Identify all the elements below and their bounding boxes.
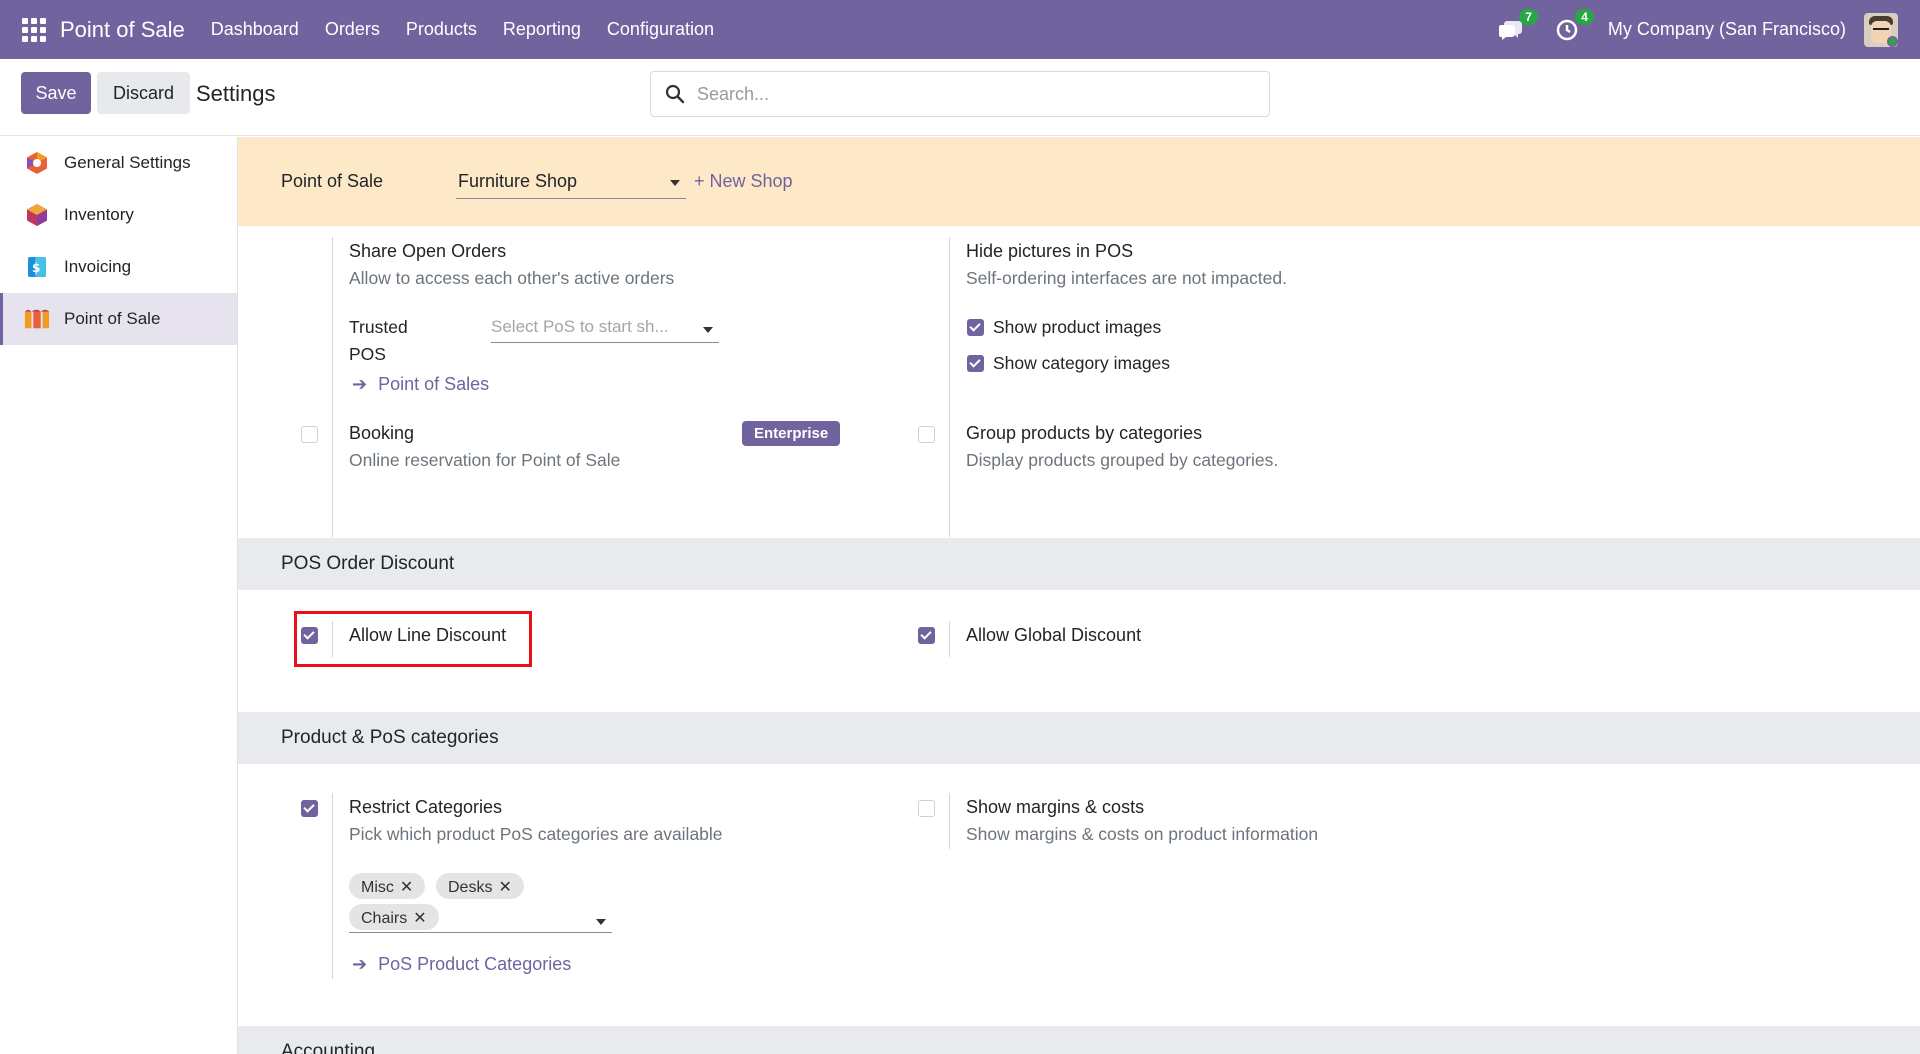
show-category-images-checkbox[interactable] (967, 355, 984, 372)
booking-title: Booking (349, 423, 415, 443)
section-accounting: Accounting (238, 1026, 1920, 1054)
categories-tags-input[interactable] (349, 905, 612, 933)
trusted-pos-select[interactable]: Select PoS to start sh... (491, 313, 719, 343)
chevron-down-icon (703, 327, 713, 333)
apps-menu-icon[interactable] (22, 17, 46, 42)
discard-button[interactable]: Discard (97, 72, 190, 114)
shop-select-value: Furniture Shop (458, 171, 578, 191)
search-box[interactable] (650, 71, 1270, 117)
shop-select[interactable]: Furniture Shop (456, 165, 686, 199)
show-margins-checkbox[interactable] (918, 800, 935, 817)
arrow-right-icon: ➔ (352, 374, 368, 394)
sidebar-item-label: Point of Sale (64, 309, 161, 328)
allow-line-discount-label: Allow Line Discount (349, 625, 507, 645)
section-title: Accounting (281, 1041, 376, 1054)
setting-divider (949, 237, 950, 537)
sidebar-item-label: Invoicing (64, 257, 132, 276)
menu-orders[interactable]: Orders (325, 19, 380, 40)
pos-product-categories-link[interactable]: ➔ PoS Product Categories (352, 954, 571, 975)
activities-button[interactable]: 4 (1552, 8, 1594, 45)
remove-tag-icon[interactable]: ✕ (400, 879, 413, 896)
section-title: POS Order Discount (281, 553, 455, 574)
section-title: Product & PoS categories (281, 727, 499, 748)
setting-divider (332, 237, 333, 537)
search-icon (665, 84, 685, 104)
new-shop-button[interactable]: + New Shop (694, 171, 793, 192)
save-button[interactable]: Save (21, 72, 91, 114)
category-tag-misc: Misc ✕ (349, 873, 426, 899)
share-orders-desc: Allow to access each other's active orde… (349, 268, 675, 288)
trusted-pos-placeholder: Select PoS to start sh... (491, 317, 669, 336)
tag-label: Desks (448, 879, 493, 896)
point-of-sale-icon (24, 306, 50, 332)
allow-global-discount-label: Allow Global Discount (966, 625, 1142, 645)
setting-divider (949, 621, 950, 657)
settings-sidebar: General Settings Inventory $ Invoicing P… (0, 137, 238, 1054)
hide-pictures-title: Hide pictures in POS (966, 241, 1134, 261)
inventory-icon (24, 202, 50, 228)
category-tag-desks: Desks ✕ (436, 873, 524, 899)
show-product-images-label: Show product images (993, 317, 1162, 337)
sidebar-item-point-of-sale[interactable]: Point of Sale (0, 293, 237, 345)
tag-label: Misc (361, 879, 394, 896)
hide-pictures-desc: Self-ordering interfaces are not impacte… (966, 268, 1287, 288)
show-margins-desc: Show margins & costs on product informat… (966, 824, 1319, 844)
share-orders-title: Share Open Orders (349, 241, 507, 261)
setting-divider (949, 793, 950, 849)
menu-dashboard[interactable]: Dashboard (211, 19, 299, 40)
page-title: Settings (196, 81, 276, 106)
setting-divider (332, 621, 333, 657)
pos-product-categories-link-label: PoS Product Categories (378, 954, 572, 974)
trusted-pos-label-1: Trusted (349, 317, 408, 337)
messages-count-badge: 7 (1519, 8, 1538, 25)
restrict-categories-checkbox[interactable] (301, 800, 318, 817)
chevron-down-icon (596, 919, 606, 925)
svg-text:$: $ (32, 261, 40, 275)
remove-tag-icon[interactable]: ✕ (498, 879, 511, 896)
point-of-sales-link[interactable]: ➔ Point of Sales (352, 374, 489, 395)
app-brand[interactable]: Point of Sale (60, 17, 185, 43)
sidebar-item-inventory[interactable]: Inventory (0, 189, 237, 241)
group-products-title: Group products by categories (966, 423, 1203, 443)
control-panel: Save Discard Settings (0, 59, 1920, 136)
online-status-icon (1887, 35, 1898, 47)
show-product-images-checkbox[interactable] (967, 319, 984, 336)
group-products-desc: Display products grouped by categories. (966, 450, 1279, 470)
messages-button[interactable]: 7 (1496, 8, 1538, 45)
search-input[interactable] (697, 83, 1257, 105)
sidebar-item-invoicing[interactable]: $ Invoicing (0, 241, 237, 293)
show-margins-title: Show margins & costs (966, 797, 1145, 817)
invoicing-icon: $ (24, 254, 50, 280)
allow-line-discount-checkbox[interactable] (301, 627, 318, 644)
restrict-categories-desc: Pick which product PoS categories are av… (349, 824, 723, 844)
activities-count-badge: 4 (1575, 8, 1594, 25)
company-switcher[interactable]: My Company (San Francisco) (1608, 19, 1846, 40)
shop-selector-bar: Point of Sale Furniture Shop + New Shop (238, 137, 1920, 226)
chevron-down-icon (670, 180, 680, 186)
allow-global-discount-checkbox[interactable] (918, 627, 935, 644)
sidebar-item-label: Inventory (64, 205, 134, 224)
show-category-images-label: Show category images (993, 353, 1171, 373)
group-products-checkbox[interactable] (918, 426, 935, 443)
general-settings-icon (24, 150, 50, 176)
arrow-right-icon: ➔ (352, 954, 368, 974)
sidebar-item-general-settings[interactable]: General Settings (0, 137, 237, 189)
trusted-pos-label-2: POS (349, 344, 386, 364)
settings-content: Point of Sale Furniture Shop + New Shop … (238, 137, 1920, 1054)
section-pos-order-discount: POS Order Discount (238, 538, 1920, 590)
sidebar-item-label: General Settings (64, 153, 191, 172)
point-of-sales-link-label: Point of Sales (378, 374, 490, 394)
menu-configuration[interactable]: Configuration (607, 19, 714, 40)
shop-label: Point of Sale (281, 171, 384, 191)
restrict-categories-title: Restrict Categories (349, 797, 503, 817)
booking-checkbox[interactable] (301, 426, 318, 443)
top-navbar: Point of Sale Dashboard Orders Products … (0, 0, 1920, 59)
enterprise-badge: Enterprise (742, 421, 841, 446)
user-avatar[interactable] (1864, 12, 1898, 47)
section-product-pos-categories: Product & PoS categories (238, 712, 1920, 764)
setting-divider (332, 793, 333, 979)
menu-reporting[interactable]: Reporting (503, 19, 581, 40)
booking-desc: Online reservation for Point of Sale (349, 450, 621, 470)
menu-products[interactable]: Products (406, 19, 477, 40)
